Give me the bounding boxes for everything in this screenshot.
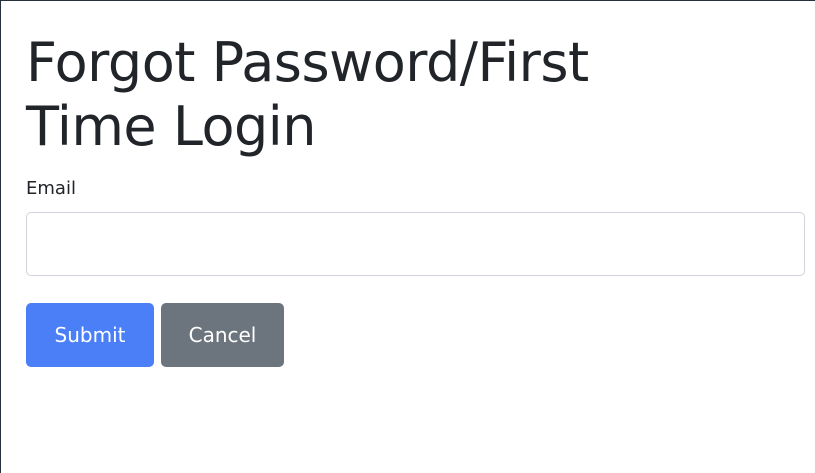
page-title-line-2: Time Login <box>26 95 317 158</box>
forgot-password-form: Forgot Password/First Time Login Email Su… <box>26 31 806 367</box>
email-label: Email <box>26 178 76 199</box>
page-title: Forgot Password/First Time Login <box>26 31 806 159</box>
page-title-line-1: Forgot Password/First <box>26 31 589 94</box>
submit-button[interactable]: Submit <box>26 303 154 367</box>
page-frame: Forgot Password/First Time Login Email Su… <box>0 0 815 473</box>
email-field[interactable] <box>26 212 805 276</box>
form-actions: Submit Cancel <box>26 303 806 367</box>
cancel-button[interactable]: Cancel <box>161 303 284 367</box>
